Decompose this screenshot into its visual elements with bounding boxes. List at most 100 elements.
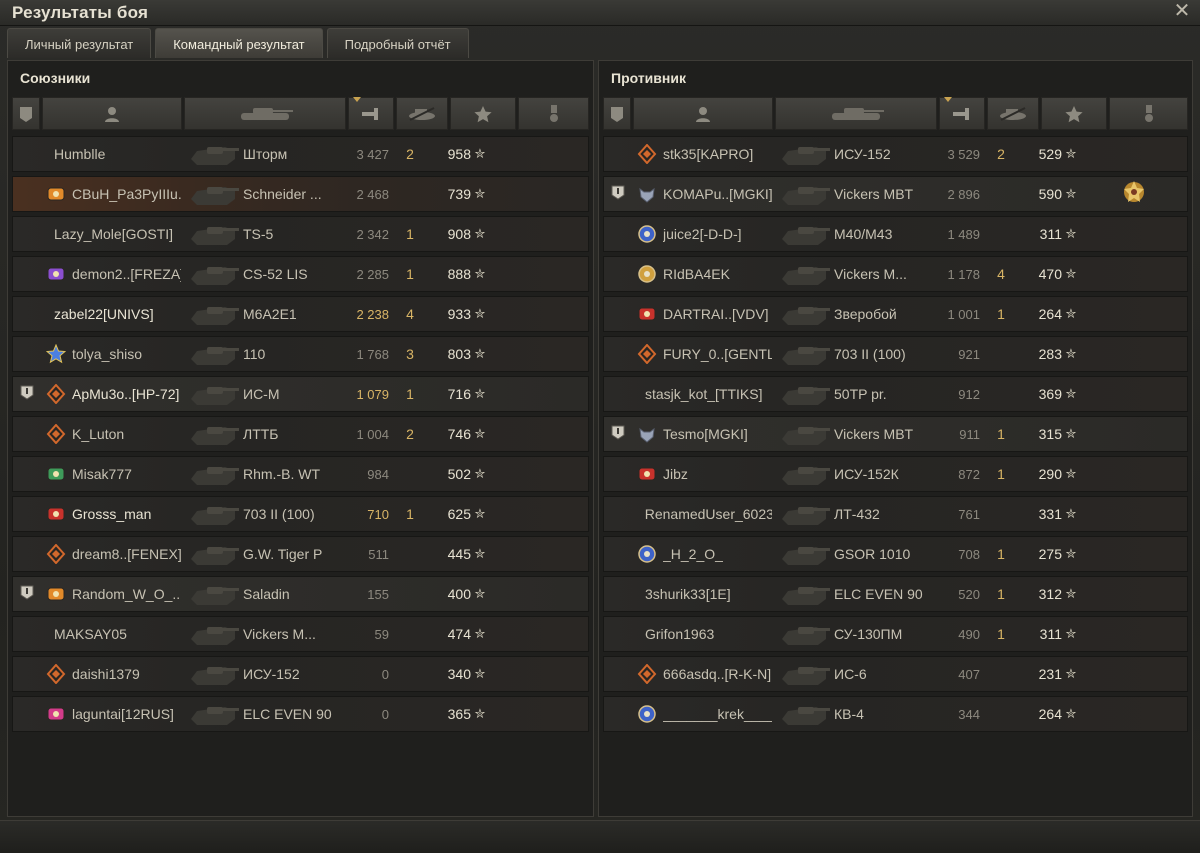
- tank-image: [181, 577, 243, 611]
- allies-player-row[interactable]: demon2..[FREZA] CS-52 LIS 2 285 1 888 ✮: [12, 256, 589, 292]
- player-cell: Misak777: [41, 463, 181, 485]
- clan-emblem-diamond-icon: [45, 543, 67, 565]
- clan-emblem-blue-icon: [636, 543, 658, 565]
- enemies-column-tank-header[interactable]: [775, 97, 937, 130]
- tank-image: [772, 257, 834, 291]
- player-name: daishi1379: [72, 666, 140, 682]
- frags-icon: [406, 105, 438, 123]
- star-icon: ✮: [1065, 186, 1077, 201]
- xp-star-icon: [1064, 105, 1084, 123]
- star-icon: ✮: [1065, 386, 1077, 401]
- enemies-player-row[interactable]: _H_2_O_ GSOR 1010 708 1 275 ✮: [603, 536, 1188, 572]
- enemies-player-row[interactable]: 3shurik33[1E] ELC EVEN 90 520 1 312 ✮: [603, 576, 1188, 612]
- enemies-player-row[interactable]: FURY_0..[GENTL] 703 II (100) 921 283 ✮: [603, 336, 1188, 372]
- player-icon: [104, 105, 120, 123]
- xp-value: 958: [447, 146, 471, 162]
- star-icon: ✮: [1065, 586, 1077, 601]
- player-name: dream8..[FENEX]: [72, 546, 181, 562]
- allies-player-row[interactable]: Grosss_man 703 II (100) 710 1 625 ✮: [12, 496, 589, 532]
- tab-personal-result[interactable]: Личный результат: [7, 28, 152, 58]
- allies-column-medal-header[interactable]: [518, 97, 589, 130]
- player-icon: [695, 105, 711, 123]
- tank-image: [772, 177, 834, 211]
- enemies-player-row[interactable]: Grifon1963 СУ-130ПМ 490 1 311 ✮: [603, 616, 1188, 652]
- tank-image: [181, 217, 243, 251]
- star-icon: ✮: [474, 146, 486, 161]
- tank-name: 110: [243, 346, 266, 362]
- allies-player-row[interactable]: tolya_shiso 110 1 768 3 803 ✮: [12, 336, 589, 372]
- star-icon: ✮: [1065, 506, 1077, 521]
- enemies-column-frags-header[interactable]: [987, 97, 1039, 130]
- enemies-column-damage-header[interactable]: [939, 97, 985, 130]
- damage-value: 912: [958, 386, 980, 402]
- star-icon: ✮: [1065, 466, 1077, 481]
- allies-column-player-header[interactable]: [42, 97, 182, 130]
- allies-player-row[interactable]: Lazy_Mole[GOSTI] TS-5 2 342 1 908 ✮: [12, 216, 589, 252]
- enemies-player-row[interactable]: RIdBA4EK Vickers M... 1 178 4 470 ✮: [603, 256, 1188, 292]
- enemies-player-row[interactable]: 666asdq..[R-K-N] ИС-6 407 231 ✮: [603, 656, 1188, 692]
- tank-name: 703 II (100): [243, 506, 315, 522]
- medal-icon[interactable]: [1120, 178, 1148, 211]
- allies-player-row[interactable]: laguntai[12RUS] ELC EVEN 90 0 365 ✮: [12, 696, 589, 732]
- player-cell: tolya_shiso: [41, 343, 181, 365]
- xp-value: 400: [447, 586, 471, 602]
- enemies-player-row[interactable]: Jibz ИСУ-152К 872 1 290 ✮: [603, 456, 1188, 492]
- xp-value: 340: [447, 666, 471, 682]
- allies-column-tank-header[interactable]: [184, 97, 346, 130]
- xp-value: 888: [447, 266, 471, 282]
- player-name: stk35[KAPRO]: [663, 146, 754, 162]
- enemies-column-squad-header[interactable]: [603, 97, 631, 130]
- player-name: Grifon1963: [645, 626, 715, 642]
- allies-player-row[interactable]: daishi1379 ИСУ-152 0 340 ✮: [12, 656, 589, 692]
- enemies-player-row[interactable]: _______krek____.. КВ-4 344 264 ✮: [603, 696, 1188, 732]
- allies-player-row[interactable]: K_Luton ЛТТБ 1 004 2 746 ✮: [12, 416, 589, 452]
- enemies-player-row[interactable]: stasjk_kot_[TTIKS] 50TP pr. 912 369 ✮: [603, 376, 1188, 412]
- enemies-player-row[interactable]: Tesmo[MGKI] Vickers MBT 911 1 315 ✮: [603, 416, 1188, 452]
- enemies-player-row[interactable]: KOMAPu..[MGKI] Vickers MBT 2 896 590 ✮: [603, 176, 1188, 212]
- tab-team-result[interactable]: Командный результат: [155, 28, 323, 58]
- enemies-column-xp-star-header[interactable]: [1041, 97, 1107, 130]
- player-cell: DARTRAI..[VDV]: [632, 303, 772, 325]
- player-cell: Grifon1963: [632, 626, 772, 642]
- enemies-player-row[interactable]: juice2[-D-D-] M40/M43 1 489 311 ✮: [603, 216, 1188, 252]
- allies-column-frags-header[interactable]: [396, 97, 448, 130]
- damage-value: 155: [367, 586, 389, 602]
- allies-player-row[interactable]: Humblle Шторм 3 427 2 958 ✮: [12, 136, 589, 172]
- clan-emblem-purple-icon: [45, 263, 67, 285]
- allies-player-row[interactable]: ApMu3o..[HP-72] ИС-М 1 079 1 716 ✮: [12, 376, 589, 412]
- player-name: 3shurik33[1E]: [645, 586, 731, 602]
- allies-column-squad-header[interactable]: [12, 97, 40, 130]
- allies-player-row[interactable]: Random_W_O_.. Saladin 155 400 ✮: [12, 576, 589, 612]
- xp-value: 369: [1038, 386, 1062, 402]
- squad-icon: [19, 384, 35, 405]
- tab-detailed-report[interactable]: Подробный отчёт: [326, 28, 469, 58]
- damage-value: 2 342: [356, 226, 389, 242]
- xp-value: 590: [1038, 186, 1062, 202]
- star-icon: ✮: [474, 706, 486, 721]
- tank-image: [181, 297, 243, 331]
- star-icon: ✮: [474, 506, 486, 521]
- allies-player-row[interactable]: Misak777 Rhm.-B. WT 984 502 ✮: [12, 456, 589, 492]
- tank-name: G.W. Tiger P: [243, 546, 323, 562]
- allies-player-row[interactable]: dream8..[FENEX] G.W. Tiger P 511 445 ✮: [12, 536, 589, 572]
- enemies-column-player-header[interactable]: [633, 97, 773, 130]
- close-icon[interactable]: ✕: [1173, 1, 1191, 21]
- allies-column-damage-header[interactable]: [348, 97, 394, 130]
- allies-column-xp-star-header[interactable]: [450, 97, 516, 130]
- enemies-column-medal-header[interactable]: [1109, 97, 1188, 130]
- medal-icon: [548, 104, 560, 124]
- player-name: _______krek____..: [663, 706, 772, 722]
- enemies-player-row[interactable]: DARTRAI..[VDV] Зверобой 1 001 1 264 ✮: [603, 296, 1188, 332]
- enemies-player-row[interactable]: RenamedUser_6023.. ЛТ-432 761 331 ✮: [603, 496, 1188, 532]
- enemies-player-row[interactable]: stk35[KAPRO] ИСУ-152 3 529 2 529 ✮: [603, 136, 1188, 172]
- allies-player-row[interactable]: MAKSAY05 Vickers M... 59 474 ✮: [12, 616, 589, 652]
- allies-player-row[interactable]: zabel22[UNIVS] M6A2E1 2 238 4 933 ✮: [12, 296, 589, 332]
- clan-emblem-star-icon: [45, 343, 67, 365]
- star-icon: ✮: [474, 426, 486, 441]
- xp-value: 312: [1038, 586, 1062, 602]
- player-cell: stk35[KAPRO]: [632, 143, 772, 165]
- frags-value: 1: [997, 626, 1005, 642]
- allies-player-row[interactable]: CBuH_Pa3PyIIIu.. Schneider ... 2 468 739 ✮: [12, 176, 589, 212]
- player-name: _H_2_O_: [663, 546, 723, 562]
- frags-value: 1: [406, 386, 414, 402]
